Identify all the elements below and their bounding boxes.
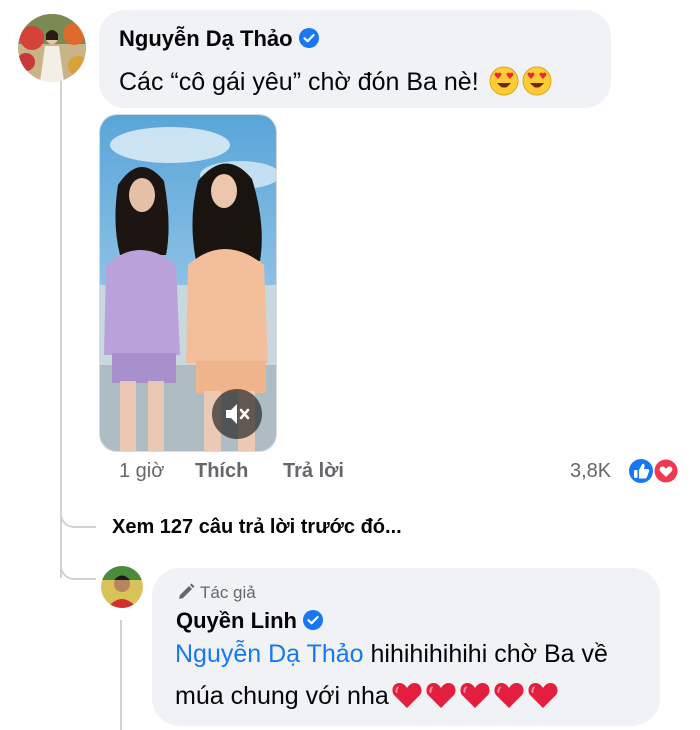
red-heart-emoji-icon: [493, 681, 525, 709]
author-badge-label: Tác giả: [200, 583, 256, 602]
reply-text: hihihihihihi chờ Ba về: [370, 640, 608, 668]
comment-text: Các “cô gái yêu” chờ đón Ba nè!: [119, 66, 552, 97]
reply-text-line-1: Nguyễn Dạ Thảo hihihihihihi chờ Ba về: [175, 640, 608, 669]
thread-connector: [60, 498, 96, 528]
mute-button[interactable]: [212, 389, 262, 439]
red-heart-emoji-icon: [391, 681, 423, 709]
reply-text-line-2: múa chung với nha: [175, 681, 559, 711]
verified-badge-icon: [303, 610, 323, 630]
red-heart-emoji-icon: [527, 681, 559, 709]
author-name[interactable]: Quyền Linh: [176, 608, 297, 633]
author-badge: Tác giả: [176, 582, 256, 603]
avatar[interactable]: [101, 566, 143, 608]
hearts: [389, 682, 559, 710]
reaction-count[interactable]: 3,8K: [570, 460, 611, 483]
heart-eyes-emoji-icon: [489, 66, 519, 96]
verified-badge-icon: [298, 28, 319, 48]
speaker-muted-icon: [226, 404, 250, 424]
reply-author[interactable]: Quyền Linh: [176, 608, 323, 634]
red-heart-emoji-icon: [459, 681, 491, 709]
pen-icon: [179, 583, 195, 599]
love-reaction-icon: [653, 458, 679, 484]
comment-author[interactable]: Nguyễn Dạ Thảo: [119, 26, 319, 52]
reply-text: múa chung với nha: [175, 682, 389, 710]
like-reaction-icon: [627, 457, 655, 485]
heart-eyes-emoji-icon: [522, 66, 552, 96]
thread-connector: [60, 548, 96, 580]
red-heart-emoji-icon: [425, 681, 457, 709]
video-attachment[interactable]: [99, 114, 277, 452]
comment-text-content: Các “cô gái yêu” chờ đón Ba nè!: [119, 68, 479, 96]
like-link[interactable]: Thích: [195, 460, 248, 483]
reaction-icons[interactable]: [626, 456, 682, 486]
comment-bubble: Nguyễn Dạ Thảo Các “cô gái yêu” chờ đón …: [99, 10, 611, 108]
reply-link[interactable]: Trả lời: [283, 460, 344, 483]
reply-thread-line: [120, 620, 122, 730]
view-previous-replies-link[interactable]: Xem 127 câu trả lời trước đó...: [112, 516, 402, 539]
author-name[interactable]: Nguyễn Dạ Thảo: [119, 26, 293, 51]
comment-time[interactable]: 1 giờ: [119, 460, 164, 483]
avatar[interactable]: [18, 14, 86, 82]
mention-link[interactable]: Nguyễn Dạ Thảo: [175, 640, 364, 668]
